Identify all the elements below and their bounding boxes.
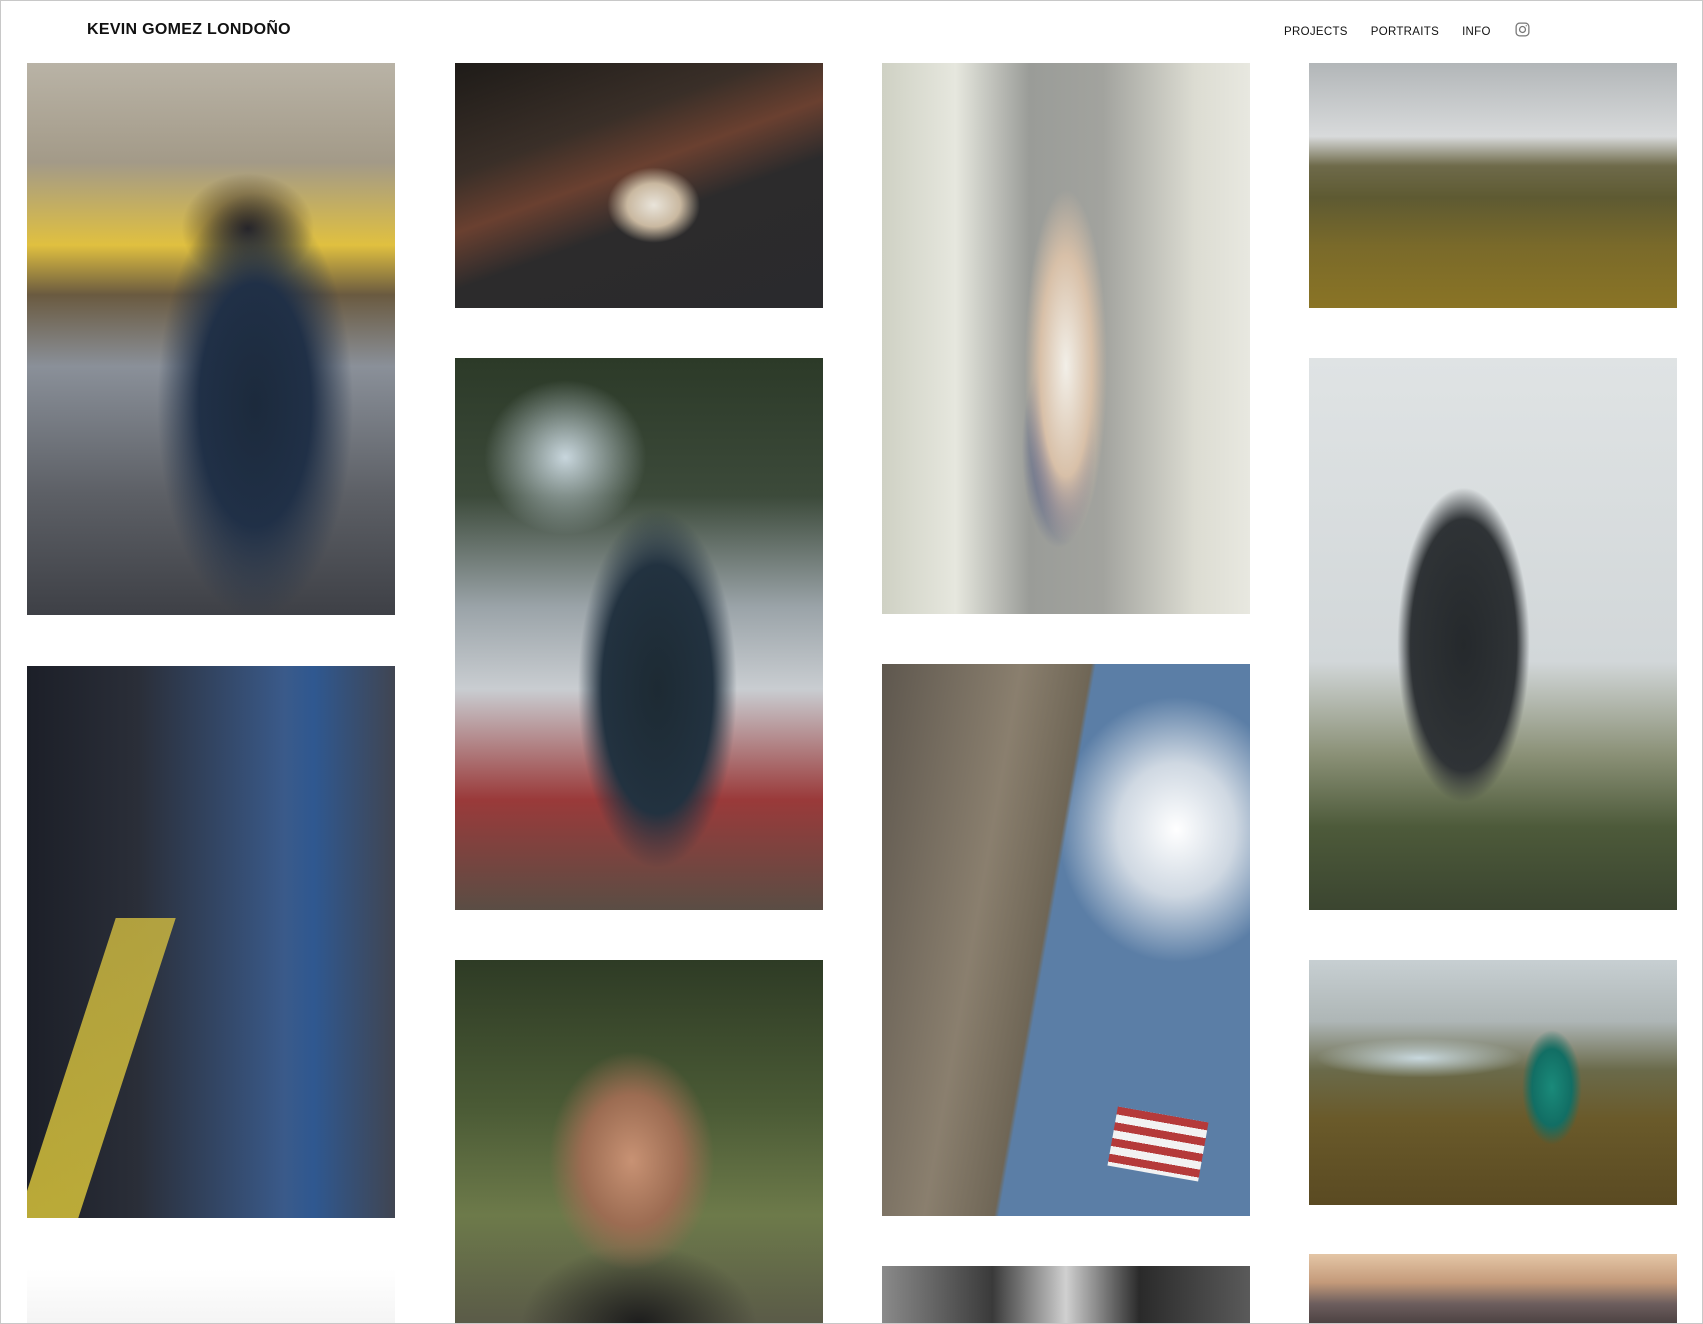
nav-portraits[interactable]: PORTRAITS [1371,26,1439,38]
gallery-photo-partial[interactable] [27,1269,395,1323]
gallery-photo-paramo-landscape[interactable] [1309,63,1677,308]
site-title[interactable]: KEVIN GOMEZ LONDOÑO [87,21,291,39]
nav-info[interactable]: INFO [1462,26,1491,38]
gallery-photo-woman-hand[interactable] [455,960,823,1323]
gallery-photo-hiker-lake[interactable] [1309,960,1677,1205]
main-nav: PROJECTS PORTRAITS INFO [1284,22,1531,38]
gallery-photo-skyscrapers[interactable] [882,664,1250,1216]
nav-projects[interactable]: PROJECTS [1284,26,1348,38]
gallery-photo-woman-subway[interactable] [27,666,395,1218]
instagram-icon[interactable] [1514,21,1531,38]
gallery-photo-man-raincoat[interactable] [1309,358,1677,910]
gallery-photo-woman-street[interactable] [27,63,395,615]
gallery-photo-dog[interactable] [455,63,823,308]
gallery-photo-graduate[interactable] [882,63,1250,614]
gallery-photo-man-smoking[interactable] [455,358,823,910]
page-frame: KEVIN GOMEZ LONDOÑO PROJECTS PORTRAITS I… [0,0,1703,1324]
gallery-photo-city-bw[interactable] [882,1266,1250,1323]
gallery-photo-mountains-sunset[interactable] [1309,1254,1677,1323]
